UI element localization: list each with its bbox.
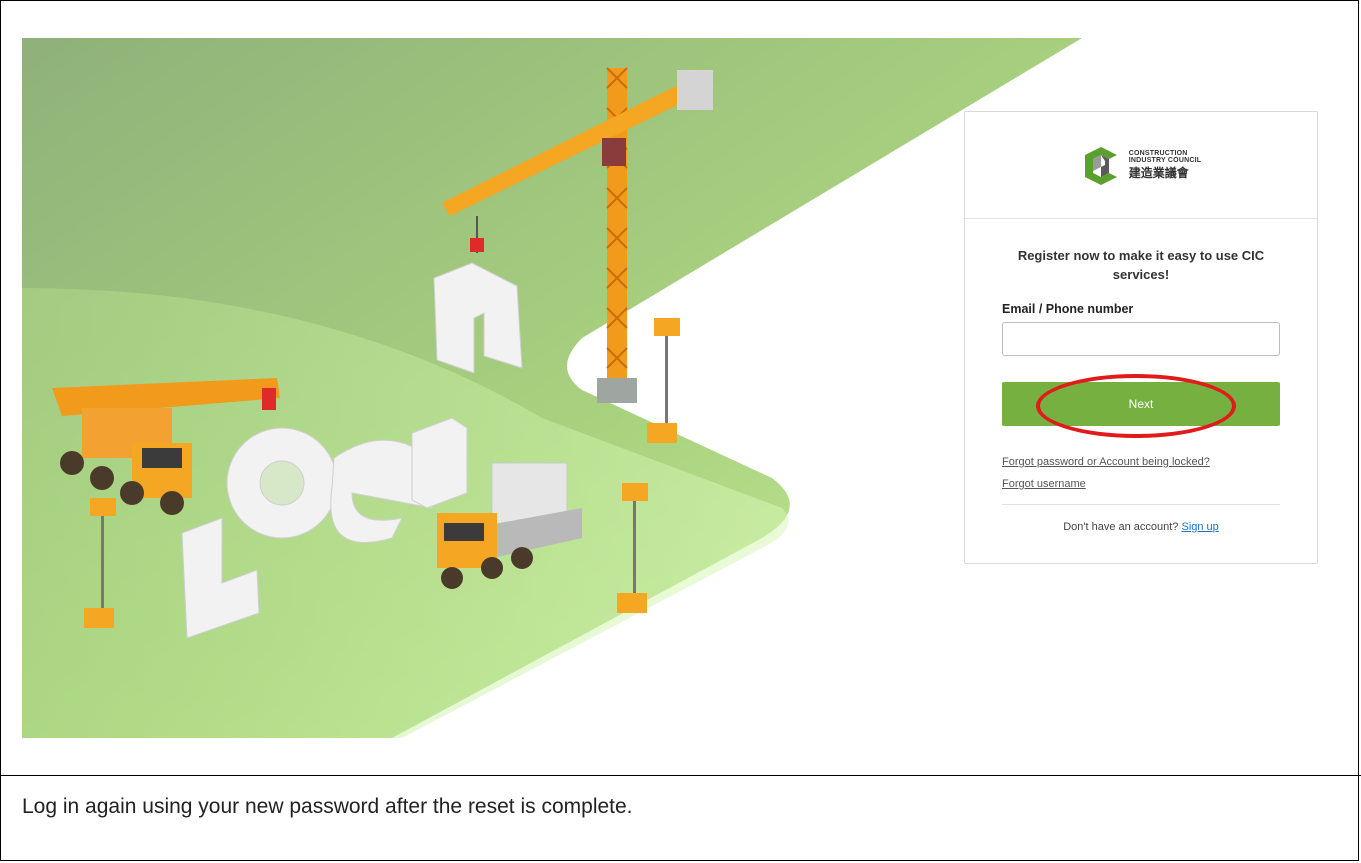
instruction-caption: Log in again using your new password aft… [22,795,633,818]
forgot-password-link[interactable]: Forgot password or Account being locked? [1002,456,1280,468]
card-header: CONSTRUCTION INDUSTRY COUNCIL 建造業議會 [965,112,1317,219]
next-button[interactable]: Next [1002,382,1280,426]
logo-name-zh: 建造業議會 [1128,166,1189,181]
login-card: CONSTRUCTION INDUSTRY COUNCIL 建造業議會 Regi… [964,111,1318,564]
forgot-username-link[interactable]: Forgot username [1002,478,1280,490]
signup-prompt: Don't have an account? [1063,521,1182,533]
card-body: Register now to make it easy to use CIC … [965,246,1317,533]
email-phone-input[interactable] [1002,322,1280,356]
cic-logo-icon [1084,147,1117,185]
logo-name-en-line1: CONSTRUCTION [1128,149,1188,157]
logo-name-en-line2: INDUSTRY COUNCIL [1128,157,1202,165]
login-illustration [22,38,1082,738]
register-headline: Register now to make it easy to use CIC … [1017,248,1265,282]
cic-logo: CONSTRUCTION INDUSTRY COUNCIL 建造業議會 [1081,143,1201,187]
caption-divider [0,775,1361,776]
divider [1002,504,1280,505]
signup-row: Don't have an account? Sign up [1002,521,1280,533]
signup-link[interactable]: Sign up [1181,521,1218,533]
email-field-label: Email / Phone number [1002,302,1134,316]
